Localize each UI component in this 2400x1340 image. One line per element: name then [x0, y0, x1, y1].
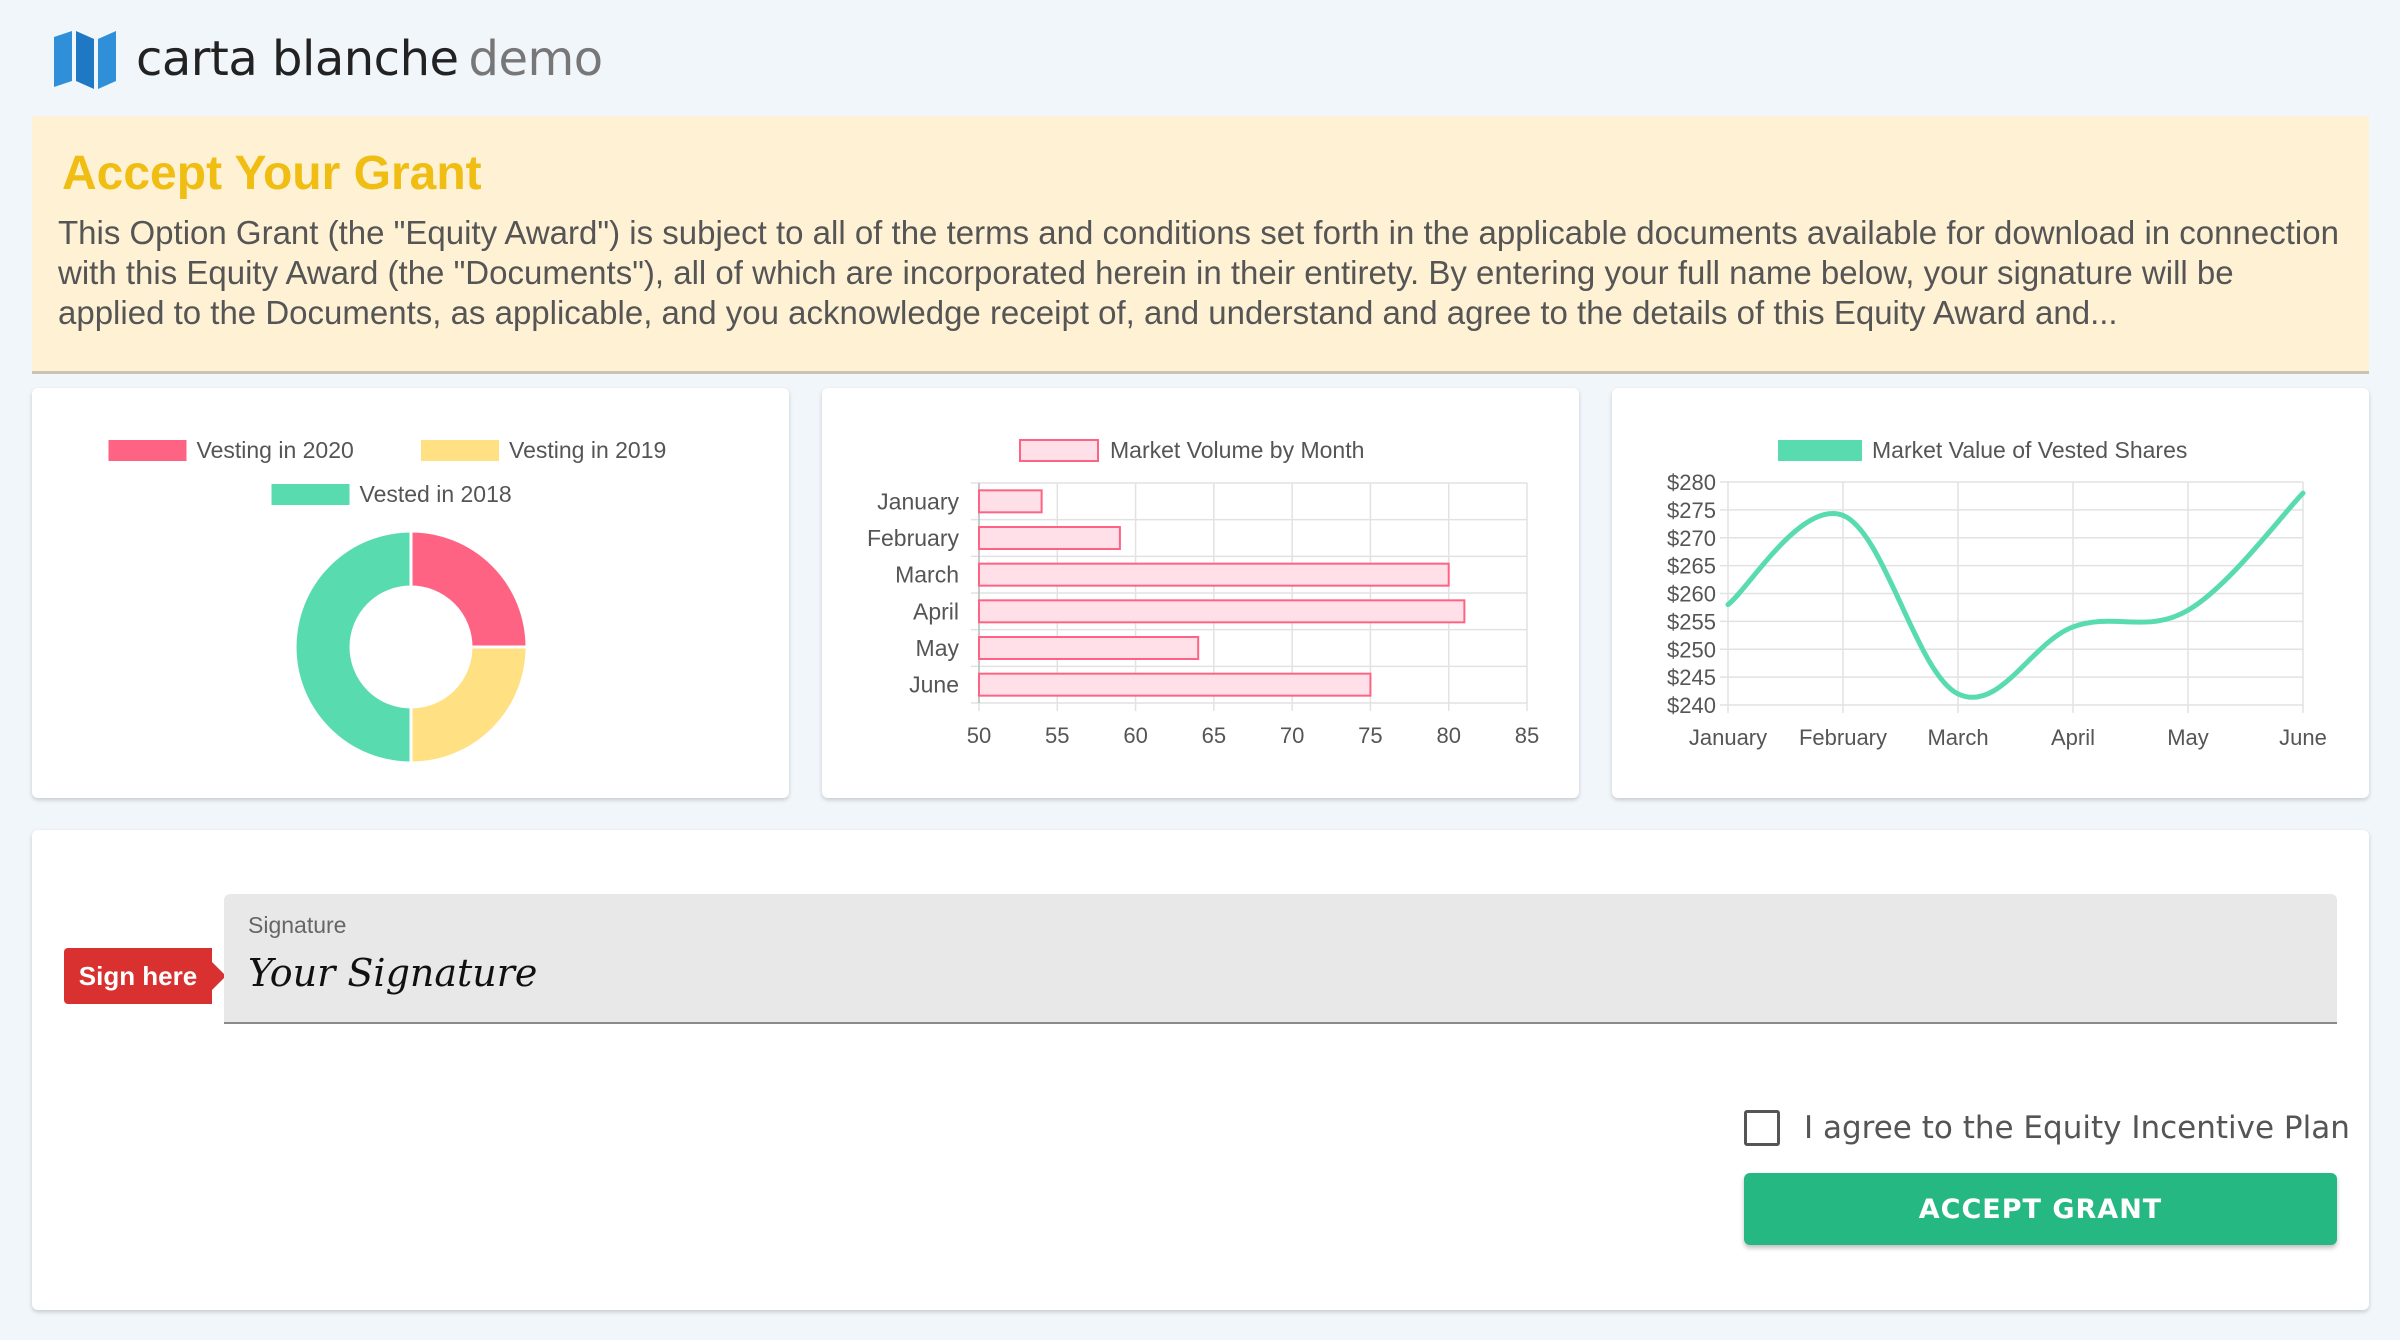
- data-point: [2185, 607, 2191, 613]
- doughnut-slice: [409, 645, 529, 765]
- x-tick-label: February: [1799, 725, 1887, 750]
- signature-panel: Sign here Signature I agree to the Equit…: [32, 830, 2369, 1310]
- y-tick-label: May: [916, 635, 960, 661]
- brand-name: carta blanche demo: [136, 31, 603, 87]
- doughnut-slice: [409, 529, 529, 649]
- bar: [978, 526, 1121, 550]
- x-tick-label: 85: [1515, 723, 1539, 748]
- legend-swatch: [271, 484, 350, 505]
- data-point: [2300, 490, 2306, 496]
- x-tick-label: 50: [967, 723, 991, 748]
- agree-checkbox[interactable]: [1744, 1110, 1780, 1146]
- y-tick-label: February: [867, 525, 960, 551]
- signature-field[interactable]: Signature: [224, 894, 2337, 1024]
- x-tick-label: 75: [1358, 723, 1382, 748]
- legend-swatch: [421, 440, 499, 461]
- vesting-doughnut-card: Vesting in 2020 Vesting in 2019 Vested in …: [32, 388, 789, 798]
- data-point: [1955, 691, 1961, 697]
- y-tick-label: $245: [1667, 665, 1716, 690]
- agree-row[interactable]: I agree to the Equity Incentive Plan: [1744, 1110, 2350, 1146]
- sign-here-tag: Sign here: [64, 948, 226, 1004]
- x-tick-label: 70: [1280, 723, 1304, 748]
- legend-swatch: [1778, 440, 1862, 461]
- legend-swatch: [1019, 439, 1099, 462]
- x-tick-label: 60: [1123, 723, 1147, 748]
- legend-label: Vesting in 2020: [197, 437, 354, 463]
- signature-label: Signature: [248, 912, 347, 938]
- x-tick-label: 65: [1202, 723, 1226, 748]
- y-tick-label: January: [877, 488, 959, 514]
- legend-label: Vesting in 2019: [509, 437, 666, 463]
- accept-grant-button[interactable]: ACCEPT GRANT: [1744, 1173, 2337, 1245]
- y-tick-label: $265: [1667, 554, 1716, 579]
- x-tick-label: March: [1927, 725, 1988, 750]
- market-volume-chart: Market Volume by Month 50 55 60 65 70 75 80 85 Ja…: [867, 437, 1539, 748]
- legend-swatch: [108, 440, 187, 461]
- vesting-doughnut-chart: Vesting in 2020 Vesting in 2019 Vested in …: [108, 437, 666, 765]
- data-point: [2070, 624, 2076, 630]
- map-logo-icon: [54, 31, 116, 89]
- bar: [978, 599, 1466, 624]
- brand-title: carta blanche: [136, 31, 459, 87]
- y-tick-label: $280: [1667, 470, 1716, 495]
- y-tick-label: $260: [1667, 582, 1716, 607]
- signature-input[interactable]: [248, 951, 2313, 995]
- y-tick-label: March: [895, 562, 959, 588]
- x-tick-label: 55: [1045, 723, 1069, 748]
- x-tick-label: January: [1689, 725, 1767, 750]
- x-tick-label: 80: [1436, 723, 1460, 748]
- market-value-card: Market Value of Vested Shares $240 $245 $25…: [1612, 388, 2369, 798]
- y-tick-label: $275: [1667, 498, 1716, 523]
- grant-banner: Accept Your Grant This Option Grant (the…: [32, 116, 2369, 374]
- brand-suffix: demo: [468, 31, 604, 87]
- y-tick-label: April: [913, 598, 959, 624]
- bar: [978, 489, 1043, 514]
- app-header: carta blanche demo: [52, 24, 603, 94]
- y-tick-label: $240: [1667, 693, 1716, 718]
- series-line: [1726, 491, 2305, 700]
- y-tick-label: June: [909, 672, 959, 698]
- bar: [978, 672, 1372, 697]
- legend-label: Vested in 2018: [360, 481, 512, 507]
- market-value-chart: Market Value of Vested Shares $240 $245 $25…: [1667, 437, 2327, 750]
- banner-title: Accept Your Grant: [62, 147, 482, 200]
- bar: [978, 636, 1200, 660]
- y-tick-label: $250: [1667, 637, 1716, 662]
- bar: [978, 562, 1450, 587]
- legend-label: Market Value of Vested Shares: [1872, 437, 2187, 463]
- doughnut-slice: [293, 529, 413, 765]
- agree-label[interactable]: I agree to the Equity Incentive Plan: [1804, 1110, 2350, 1146]
- banner-body: This Option Grant (the "Equity Award") i…: [58, 214, 2339, 331]
- y-tick-label: $270: [1667, 526, 1716, 551]
- x-tick-label: June: [2279, 725, 2327, 750]
- market-volume-card: Market Volume by Month 50 55 60 65 70 75 80 85 Ja…: [822, 388, 1579, 798]
- data-point: [1840, 512, 1846, 518]
- x-tick-label: May: [2167, 725, 2209, 750]
- y-tick-label: $255: [1667, 609, 1716, 634]
- data-point: [1725, 602, 1731, 608]
- x-tick-label: April: [2051, 725, 2095, 750]
- legend-label: Market Volume by Month: [1110, 437, 1364, 463]
